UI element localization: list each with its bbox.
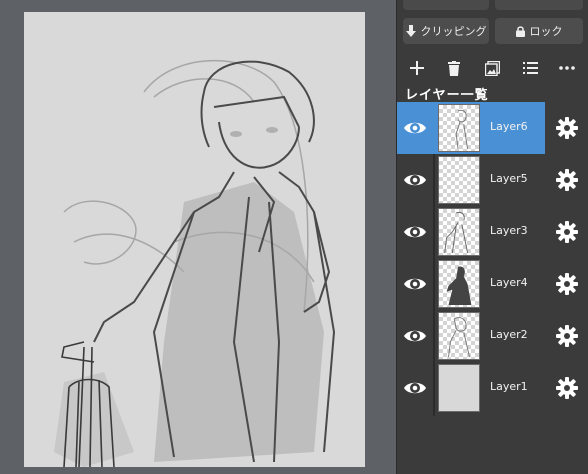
eye-icon[interactable]	[403, 220, 427, 244]
gear-icon[interactable]	[555, 376, 579, 400]
layer-thumbnail	[438, 364, 480, 412]
layer-image-button[interactable]	[480, 56, 504, 80]
panel-top-strip	[397, 0, 588, 14]
layer-name: Layer1	[490, 380, 528, 393]
lock-icon	[515, 25, 525, 37]
clipping-label: クリッピング	[420, 25, 487, 38]
clipping-button[interactable]: クリッピング	[403, 18, 489, 44]
clip-arrow-icon	[405, 25, 416, 37]
layer-option-row: クリッピング ロック	[397, 18, 588, 46]
layer-panel: クリッピング ロック レイヤー一覧 Layer6 Layer5 Layer3 L…	[396, 0, 588, 474]
gear-icon[interactable]	[555, 168, 579, 192]
sketch-artwork	[54, 59, 336, 467]
layer-name: Layer5	[490, 172, 528, 185]
delete-layer-button[interactable]	[442, 56, 466, 80]
layer-row[interactable]: Layer6	[397, 102, 588, 154]
layer-list-button[interactable]	[518, 56, 542, 80]
layer-row[interactable]: Layer2	[397, 310, 588, 362]
more-icon	[559, 66, 575, 70]
eye-icon[interactable]	[403, 376, 427, 400]
eye-icon[interactable]	[403, 324, 427, 348]
layer-row[interactable]: Layer3	[397, 206, 588, 258]
layer-row[interactable]: Layer4	[397, 258, 588, 310]
more-button[interactable]	[555, 56, 579, 80]
lock-label: ロック	[529, 25, 563, 38]
image-icon	[484, 60, 500, 76]
layer-list-title: レイヤー一覧	[405, 88, 489, 103]
layer-thumbnail	[438, 260, 480, 308]
eye-icon[interactable]	[403, 116, 427, 140]
layer-name: Layer2	[490, 328, 528, 341]
layer-row[interactable]: Layer1	[397, 362, 588, 414]
lock-button[interactable]: ロック	[495, 18, 583, 44]
gear-icon[interactable]	[555, 116, 579, 140]
canvas-area[interactable]	[0, 0, 396, 474]
drawing-canvas[interactable]	[24, 12, 365, 467]
eye-icon[interactable]	[403, 168, 427, 192]
layer-row[interactable]: Layer5	[397, 154, 588, 206]
add-layer-button[interactable]	[405, 56, 429, 80]
layer-name: Layer4	[490, 276, 528, 289]
layer-name: Layer3	[490, 224, 528, 237]
layer-name: Layer6	[490, 120, 528, 133]
plus-icon	[410, 61, 424, 75]
eye-icon[interactable]	[403, 272, 427, 296]
trash-icon	[448, 60, 460, 76]
layer-thumbnail	[438, 104, 480, 152]
layer-thumbnail	[438, 156, 480, 204]
gear-icon[interactable]	[555, 272, 579, 296]
gear-icon[interactable]	[555, 324, 579, 348]
list-icon	[522, 62, 538, 74]
layer-thumbnail	[438, 208, 480, 256]
gear-icon[interactable]	[555, 220, 579, 244]
layer-thumbnail	[438, 312, 480, 360]
layer-toolbar	[397, 54, 588, 82]
